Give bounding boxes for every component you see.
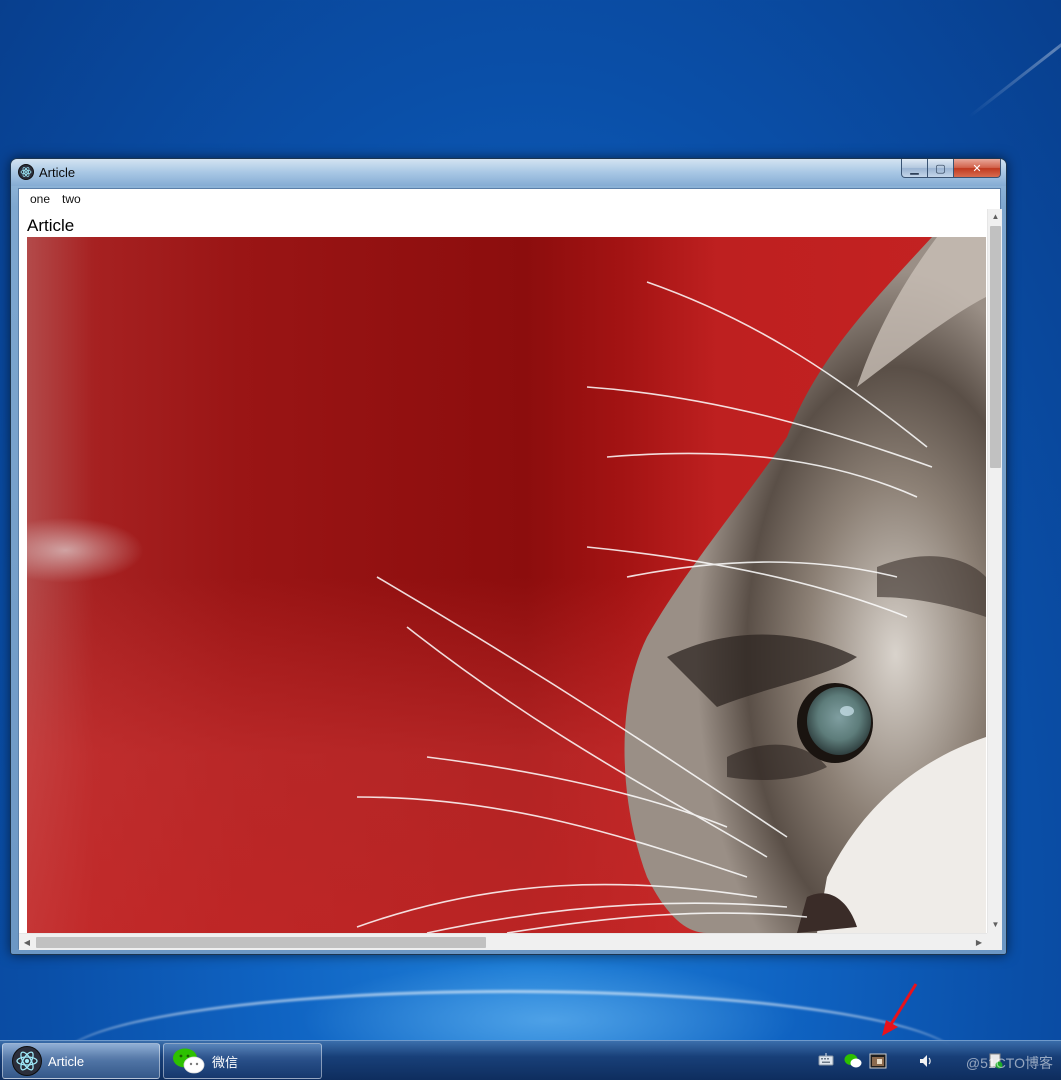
- scroll-up-arrow-icon[interactable]: ▲: [988, 209, 1002, 225]
- menu-item-one[interactable]: one: [24, 192, 56, 206]
- scroll-left-arrow-icon[interactable]: ◀: [19, 934, 35, 950]
- electron-icon: [12, 1046, 42, 1076]
- minimize-icon: ▁: [910, 162, 919, 175]
- minimize-button[interactable]: ▁: [901, 159, 928, 178]
- scrollbar-corner: [987, 933, 1002, 950]
- page-content: Article ▲ ▼ ◀ ▶: [19, 209, 1002, 950]
- window-client-area: one two Article ▲ ▼ ◀ ▶: [18, 188, 1002, 950]
- kitten-drawing: [356, 237, 986, 933]
- taskbar-button-label: 微信: [212, 1054, 239, 1070]
- maximize-icon: ▢: [935, 162, 946, 175]
- wechat-icon: [172, 1047, 206, 1075]
- vertical-scrollbar[interactable]: ▲ ▼: [987, 209, 1002, 933]
- close-icon: ✕: [972, 162, 982, 175]
- system-tray: @51CTO博客: [811, 1041, 1061, 1080]
- article-heading: Article: [27, 216, 75, 235]
- desktop-light-ray: [968, 4, 1061, 119]
- taskbar-button-article[interactable]: Article: [2, 1043, 160, 1079]
- electron-icon: [18, 164, 34, 180]
- kitten-photo: [27, 237, 986, 933]
- horizontal-scrollbar[interactable]: ◀ ▶: [19, 933, 987, 950]
- maximize-button[interactable]: ▢: [928, 159, 954, 178]
- horizontal-scroll-thumb[interactable]: [36, 937, 486, 948]
- window-title: Article: [39, 165, 76, 180]
- article-window[interactable]: Article ▁ ▢ ✕ one two Article ▲ ▼ ◀ ▶: [10, 158, 1007, 955]
- vertical-scroll-thumb[interactable]: [990, 226, 1001, 468]
- close-button[interactable]: ✕: [954, 159, 1001, 178]
- taskbar-button-wechat[interactable]: 微信: [163, 1043, 322, 1079]
- red-arrow-annotation-icon: [882, 983, 918, 1036]
- menu-item-two[interactable]: two: [56, 192, 87, 206]
- wechat-tray-icon[interactable]: [844, 1053, 862, 1069]
- taskbar-button-label: Article: [48, 1053, 85, 1069]
- scroll-down-arrow-icon[interactable]: ▼: [988, 917, 1002, 933]
- watermark-text: @51CTO博客: [965, 1055, 1053, 1071]
- scroll-right-arrow-icon[interactable]: ▶: [971, 934, 987, 950]
- title-bar[interactable]: Article ▁ ▢ ✕: [11, 159, 1006, 186]
- app-tray-icon[interactable]: [869, 1053, 887, 1069]
- menu-bar: one two: [19, 189, 1000, 209]
- caption-buttons: ▁ ▢ ✕: [901, 159, 1001, 178]
- taskbar: Article 微信 @51CTO博客: [0, 1040, 1061, 1080]
- volume-icon[interactable]: [918, 1053, 934, 1069]
- keyboard-icon[interactable]: [818, 1053, 834, 1067]
